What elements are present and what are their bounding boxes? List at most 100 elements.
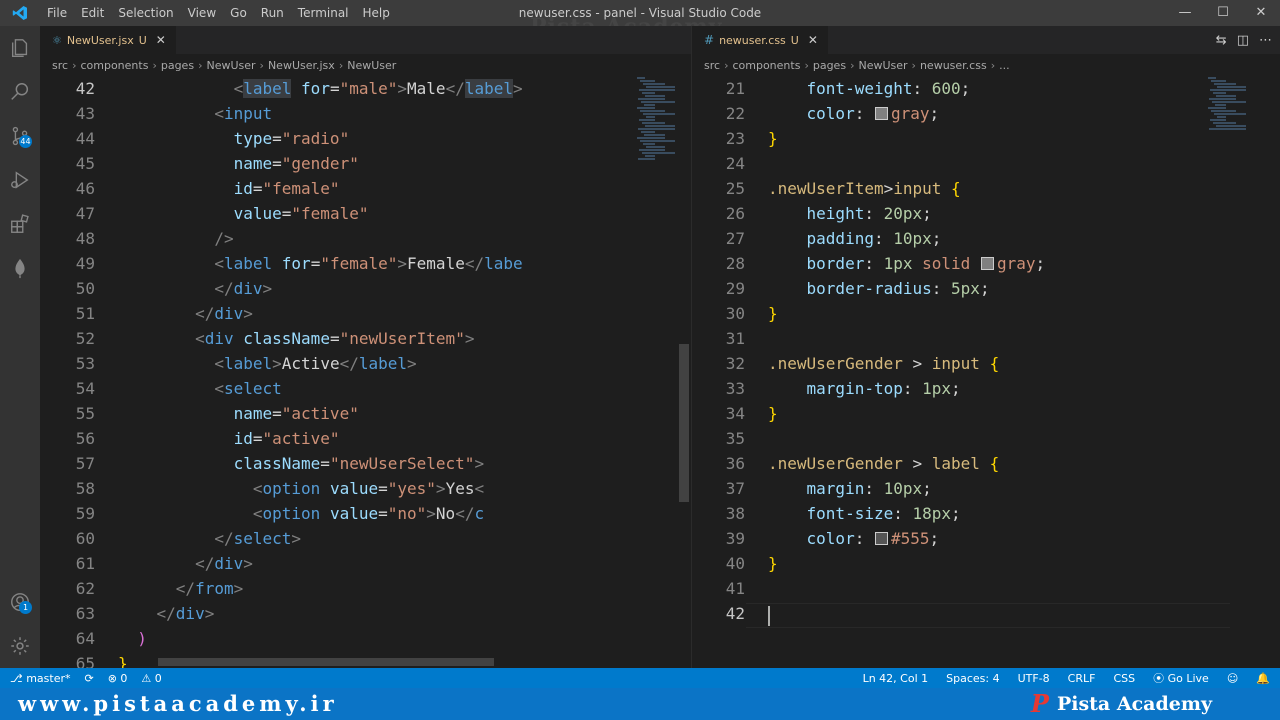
code-line[interactable]: 40} [692,551,1280,576]
gear-icon[interactable] [0,624,40,668]
close-button[interactable]: ✕ [1242,0,1280,26]
horizontal-scrollbar-left[interactable] [158,658,494,666]
breadcrumb-item[interactable]: ... [999,59,1010,72]
code-line[interactable]: 37 margin: 10px; [692,476,1280,501]
breadcrumb-item[interactable]: NewUser.jsx [268,59,335,72]
code-line[interactable]: 64 ) [40,626,691,651]
errors-count[interactable]: ⊗ 0 [108,672,128,685]
code-line[interactable]: 55 name="active" [40,401,691,426]
breadcrumb-item[interactable]: src [704,59,720,72]
breadcrumb-item[interactable]: src [52,59,68,72]
code-line[interactable]: 35 [692,426,1280,451]
code-line[interactable]: 44 type="radio" [40,126,691,151]
code-line[interactable]: 59 <option value="no">No</c [40,501,691,526]
tab-close-icon[interactable]: ✕ [156,33,166,47]
minimap-left[interactable] [637,76,679,176]
code-line[interactable]: 36 .newUserGender > label { [692,451,1280,476]
extensions-icon[interactable] [0,202,40,246]
code-line[interactable]: 22 color: gray; [692,101,1280,126]
code-line[interactable]: 23} [692,126,1280,151]
more-actions-icon[interactable]: ⋯ [1259,33,1272,48]
code-line[interactable]: 47 value="female" [40,201,691,226]
code-line[interactable]: 25 .newUserItem>input { [692,176,1280,201]
code-line[interactable]: 38 font-size: 18px; [692,501,1280,526]
menu-item-terminal[interactable]: Terminal [291,0,356,26]
feedback-icon[interactable]: ☺ [1227,672,1238,685]
menu-item-selection[interactable]: Selection [111,0,180,26]
explorer-icon[interactable] [0,26,40,70]
code-line[interactable]: 42 <label for="male">Male</label> [40,76,691,101]
code-line[interactable]: 33 margin-top: 1px; [692,376,1280,401]
source-control-icon[interactable]: 44 [0,114,40,158]
vertical-scrollbar-left[interactable] [679,344,689,502]
code-line[interactable]: 28 border: 1px solid gray; [692,251,1280,276]
color-swatch[interactable] [874,107,888,120]
code-line[interactable]: 39 color: #555; [692,526,1280,551]
code-line[interactable]: 27 padding: 10px; [692,226,1280,251]
menu-item-go[interactable]: Go [223,0,254,26]
warnings-count[interactable]: ⚠ 0 [141,672,161,685]
code-line[interactable]: 49 <label for="female">Female</labe [40,251,691,276]
minimap-right[interactable] [1208,76,1250,176]
code-line[interactable]: 45 name="gender" [40,151,691,176]
cursor-position[interactable]: Ln 42, Col 1 [863,672,929,685]
breadcrumb-item[interactable]: NewUser [347,59,396,72]
indentation[interactable]: Spaces: 4 [946,672,999,685]
tab-newuser-jsx[interactable]: ⚛ NewUser.jsx U ✕ [40,26,176,54]
menu-item-run[interactable]: Run [254,0,291,26]
go-live-button[interactable]: ⦿ Go Live [1153,670,1209,686]
search-icon[interactable] [0,70,40,114]
code-line[interactable]: 34} [692,401,1280,426]
code-line[interactable]: 46 id="female" [40,176,691,201]
tab-newuser-css[interactable]: # newuser.css U ✕ [692,26,828,54]
tab-close-icon[interactable]: ✕ [808,33,818,47]
code-line[interactable]: 57 className="newUserSelect"> [40,451,691,476]
code-line[interactable]: 29 border-radius: 5px; [692,276,1280,301]
minimize-button[interactable]: — [1166,0,1204,26]
code-line[interactable]: 48 /> [40,226,691,251]
code-line[interactable]: 41 [692,576,1280,601]
breadcrumb-item[interactable]: NewUser [858,59,907,72]
breadcrumb-item[interactable]: newuser.css [920,59,987,72]
code-line[interactable]: 52 <div className="newUserItem"> [40,326,691,351]
breadcrumb-item[interactable]: pages [161,59,194,72]
code-line[interactable]: 63 </div> [40,601,691,626]
mongodb-icon[interactable] [0,246,40,290]
code-line[interactable]: 56 id="active" [40,426,691,451]
encoding[interactable]: UTF-8 [1018,672,1050,685]
menu-item-file[interactable]: File [40,0,74,26]
breadcrumb-item[interactable]: components [732,59,800,72]
code-line[interactable]: 61 </div> [40,551,691,576]
code-line[interactable]: 32 .newUserGender > input { [692,351,1280,376]
code-line[interactable]: 43 <input [40,101,691,126]
menu-item-view[interactable]: View [181,0,223,26]
branch-indicator[interactable]: ⎇ master* [10,672,70,685]
code-editor-right[interactable]: 21 font-weight: 600; 22 color: gray; 23} 24… [692,76,1280,668]
language-mode[interactable]: CSS [1113,672,1135,685]
breadcrumb-item[interactable]: pages [813,59,846,72]
notifications-icon[interactable]: 🔔 [1256,672,1270,685]
maximize-button[interactable]: ☐ [1204,0,1242,26]
code-line[interactable]: 53 <label>Active</label> [40,351,691,376]
code-line[interactable]: 54 <select [40,376,691,401]
menu-item-help[interactable]: Help [356,0,397,26]
code-editor-left[interactable]: 42 <label for="male">Male</label> 43 <inp… [40,76,691,668]
breadcrumb-item[interactable]: NewUser [206,59,255,72]
sync-icon[interactable]: ⟳ [84,672,93,685]
code-line[interactable]: 62 </from> [40,576,691,601]
color-swatch[interactable] [980,257,994,270]
code-line[interactable]: 58 <option value="yes">Yes< [40,476,691,501]
color-swatch[interactable] [874,532,888,545]
code-line[interactable]: 60 </select> [40,526,691,551]
code-line[interactable]: 24 [692,151,1280,176]
run-debug-icon[interactable] [0,158,40,202]
code-line[interactable]: 50 </div> [40,276,691,301]
breadcrumb-item[interactable]: components [80,59,148,72]
compare-changes-icon[interactable]: ⇆ [1216,33,1227,48]
code-line[interactable]: 21 font-weight: 600; [692,76,1280,101]
code-line[interactable]: 31 [692,326,1280,351]
account-icon[interactable]: 1 [0,580,40,624]
code-line[interactable]: 26 height: 20px; [692,201,1280,226]
code-line[interactable]: 30} [692,301,1280,326]
split-editor-icon[interactable]: ◫ [1237,33,1249,48]
